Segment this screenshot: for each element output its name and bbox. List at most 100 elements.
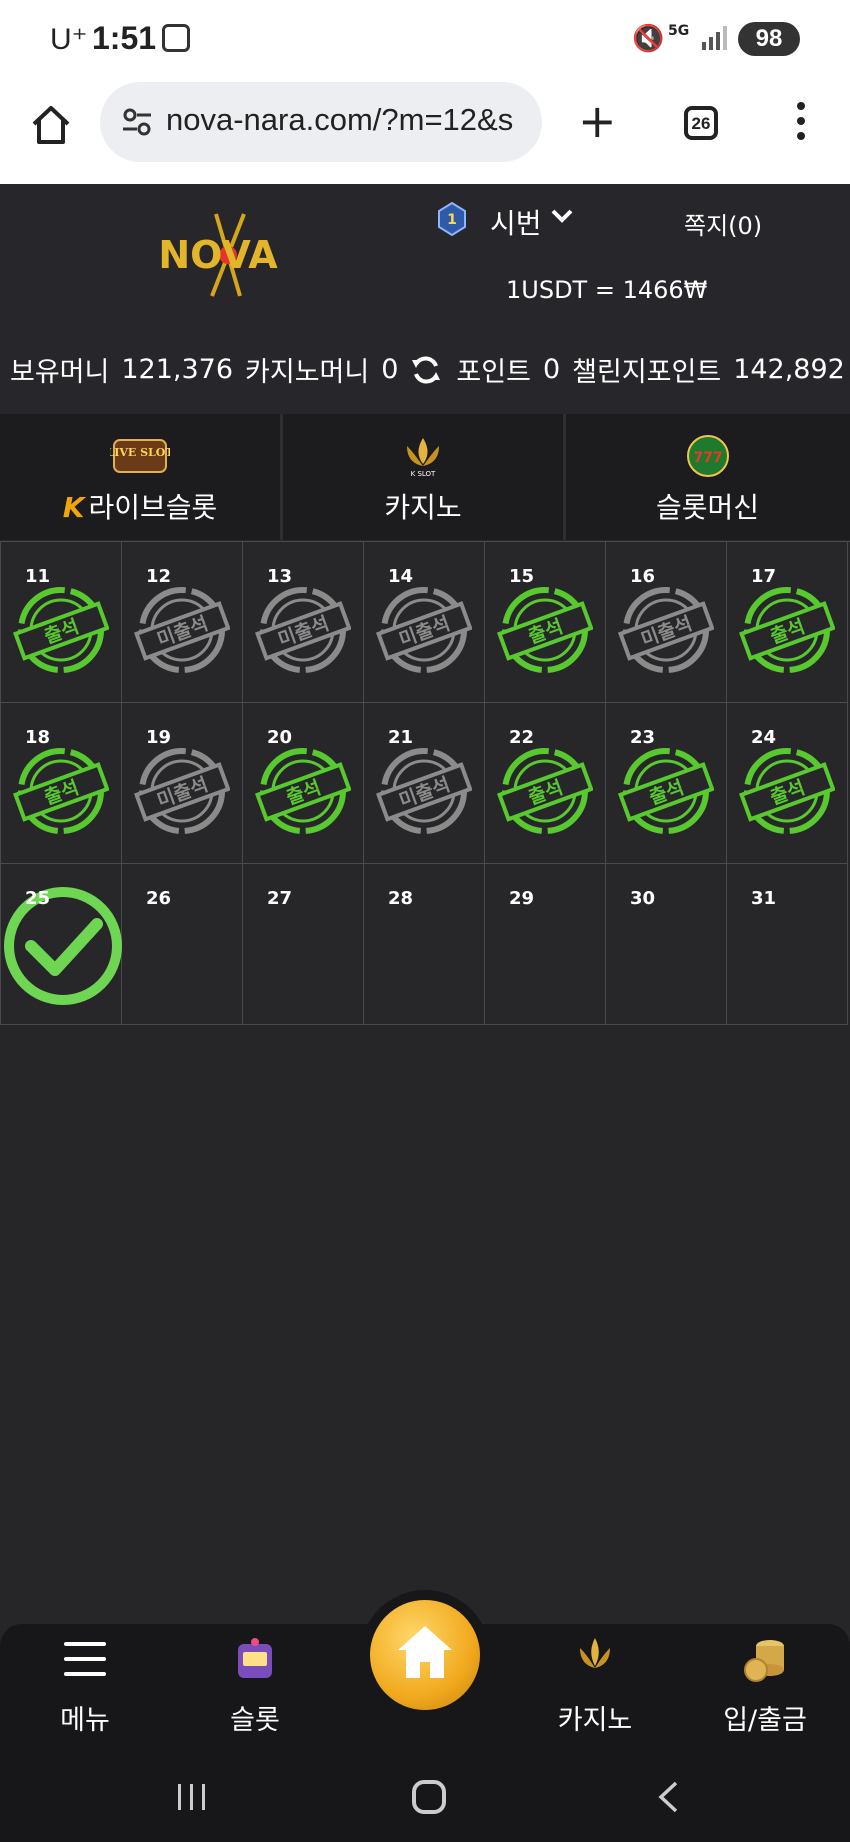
nav-deposit-withdraw[interactable]: 입/출금 bbox=[695, 1634, 835, 1737]
challenge-point-label: 챌린지포인트 bbox=[572, 357, 722, 388]
day-number: 21 bbox=[388, 727, 414, 748]
calendar-day: 28 bbox=[364, 864, 485, 1025]
refresh-icon[interactable] bbox=[410, 354, 442, 386]
category-tabs: LIVE SLOT K 라이브슬롯 K SLOT 카지노 777 슬롯머신 bbox=[0, 414, 850, 540]
day-number: 16 bbox=[630, 566, 656, 587]
present-stamp-icon: 출석 bbox=[497, 587, 593, 673]
tab-slot-machine-label: 슬롯머신 bbox=[655, 491, 760, 524]
day-number: 20 bbox=[267, 727, 293, 748]
day-number: 27 bbox=[267, 888, 293, 909]
day-number: 25 bbox=[25, 888, 51, 909]
calendar-day: 출석 18 bbox=[1, 703, 122, 864]
address-bar[interactable]: nova-nara.com/?m=12&s bbox=[100, 82, 542, 162]
present-stamp-icon: 출석 bbox=[255, 748, 351, 834]
calendar-day: 출석 23 bbox=[606, 703, 727, 864]
svg-text:777: 777 bbox=[693, 450, 722, 466]
slot-machine-icon bbox=[238, 1638, 272, 1678]
system-home-icon[interactable] bbox=[412, 1780, 446, 1814]
recent-apps-icon[interactable] bbox=[174, 1782, 210, 1812]
calendar-day: 30 bbox=[606, 864, 727, 1025]
day-number: 30 bbox=[630, 888, 656, 909]
tab-slot-machine[interactable]: 777 슬롯머신 bbox=[566, 414, 849, 540]
site-header: NOVA 1 시번 쪽지(0) 1USDT = 1466₩ 보유머니 121,3… bbox=[0, 184, 850, 414]
point-label: 포인트 bbox=[456, 357, 531, 388]
message-link[interactable]: 쪽지(0) bbox=[684, 206, 762, 241]
browser-toolbar: nova-nara.com/?m=12&s + 26 bbox=[0, 80, 850, 184]
calendar-day: 31 bbox=[727, 864, 848, 1025]
777-slots-icon: 777 bbox=[686, 435, 729, 477]
holding-money-label: 보유머니 bbox=[10, 357, 110, 388]
tab-switcher-button[interactable]: 26 bbox=[684, 106, 718, 140]
present-stamp-icon: 출석 bbox=[739, 587, 835, 673]
chevron-down-icon[interactable] bbox=[550, 208, 574, 224]
challenge-point-value: 142,892 bbox=[733, 354, 845, 385]
svg-text:K SLOT: K SLOT bbox=[411, 470, 436, 478]
day-number: 26 bbox=[146, 888, 172, 909]
mute-icon: 🔇 bbox=[632, 24, 665, 54]
nav-slot[interactable]: 슬롯 bbox=[185, 1634, 325, 1737]
nav-menu[interactable]: 메뉴 bbox=[15, 1634, 155, 1737]
exchange-rate: 1USDT = 1466₩ bbox=[506, 276, 708, 304]
casino-money-label: 카지노머니 bbox=[245, 357, 370, 388]
calendar-day: 미출석 16 bbox=[606, 542, 727, 703]
day-number: 22 bbox=[509, 727, 535, 748]
day-number: 23 bbox=[630, 727, 656, 748]
day-number: 31 bbox=[751, 888, 777, 909]
svg-text:NOVA: NOVA bbox=[158, 233, 278, 277]
browser-home-icon[interactable] bbox=[28, 102, 74, 148]
more-menu-icon[interactable] bbox=[796, 102, 806, 148]
calendar-day: 25 bbox=[1, 864, 122, 1025]
nav-menu-label: 메뉴 bbox=[60, 1705, 110, 1736]
k-slot-lotus-icon bbox=[580, 1638, 610, 1668]
attendance-calendar: 출석 11 미출석 12 미출석 13 미출석 14 출석 15 미출석 16 출석 17 출석 18 미출석 1… bbox=[0, 541, 850, 1025]
day-number: 11 bbox=[25, 566, 51, 587]
svg-text:LIVE SLOT: LIVE SLOT bbox=[110, 446, 170, 459]
calendar-day: 출석 20 bbox=[243, 703, 364, 864]
home-icon bbox=[398, 1626, 452, 1678]
day-number: 28 bbox=[388, 888, 414, 909]
tab-live-slot-label: 라이브슬롯 bbox=[88, 491, 218, 524]
live-slot-icon: LIVE SLOT bbox=[110, 439, 170, 473]
k-brand-icon: K bbox=[62, 491, 85, 524]
holding-money-value: 121,376 bbox=[121, 354, 234, 385]
back-icon[interactable] bbox=[656, 1780, 680, 1814]
new-tab-icon[interactable]: + bbox=[578, 98, 617, 144]
calendar-day: 29 bbox=[485, 864, 606, 1025]
site-settings-icon[interactable] bbox=[122, 108, 152, 136]
calendar-day: 미출석 13 bbox=[243, 542, 364, 703]
tab-live-slot[interactable]: LIVE SLOT K 라이브슬롯 bbox=[0, 414, 283, 540]
tab-casino[interactable]: K SLOT 카지노 bbox=[283, 414, 566, 540]
screen-capture-icon bbox=[162, 24, 190, 52]
absent-stamp-icon: 미출석 bbox=[134, 587, 230, 673]
present-stamp-icon: 출석 bbox=[618, 748, 714, 834]
day-number: 18 bbox=[25, 727, 51, 748]
menu-icon bbox=[64, 1642, 106, 1676]
nav-casino-label: 카지노 bbox=[557, 1705, 633, 1736]
carrier-label: U⁺ bbox=[50, 23, 88, 56]
coins-icon bbox=[744, 1640, 784, 1682]
day-number: 29 bbox=[509, 888, 535, 909]
calendar-day: 27 bbox=[243, 864, 364, 1025]
nova-logo[interactable]: NOVA bbox=[128, 210, 308, 300]
home-button[interactable] bbox=[370, 1600, 480, 1710]
calendar-day: 출석 15 bbox=[485, 542, 606, 703]
calendar-day: 26 bbox=[122, 864, 243, 1025]
user-tier-name[interactable]: 시번 bbox=[490, 202, 542, 242]
signal-icon bbox=[702, 26, 727, 50]
tab-casino-label: 카지노 bbox=[384, 491, 462, 524]
url-text[interactable]: nova-nara.com/?m=12&s bbox=[166, 102, 532, 138]
network-type: 5G bbox=[668, 23, 690, 39]
day-number: 14 bbox=[388, 566, 414, 587]
day-number: 19 bbox=[146, 727, 172, 748]
present-stamp-icon: 출석 bbox=[497, 748, 593, 834]
k-slot-lotus-icon: K SLOT bbox=[407, 438, 439, 478]
calendar-day: 미출석 14 bbox=[364, 542, 485, 703]
calendar-day: 출석 11 bbox=[1, 542, 122, 703]
calendar-day: 미출석 19 bbox=[122, 703, 243, 864]
nav-slot-label: 슬롯 bbox=[230, 1705, 280, 1736]
calendar-day: 미출석 12 bbox=[122, 542, 243, 703]
present-stamp-icon: 출석 bbox=[739, 748, 835, 834]
nav-casino[interactable]: 카지노 bbox=[525, 1634, 665, 1737]
balance-row: 보유머니 121,376 카지노머니 0 포인트 0 챌린지포인트 142,89… bbox=[10, 350, 850, 389]
absent-stamp-icon: 미출석 bbox=[255, 587, 351, 673]
